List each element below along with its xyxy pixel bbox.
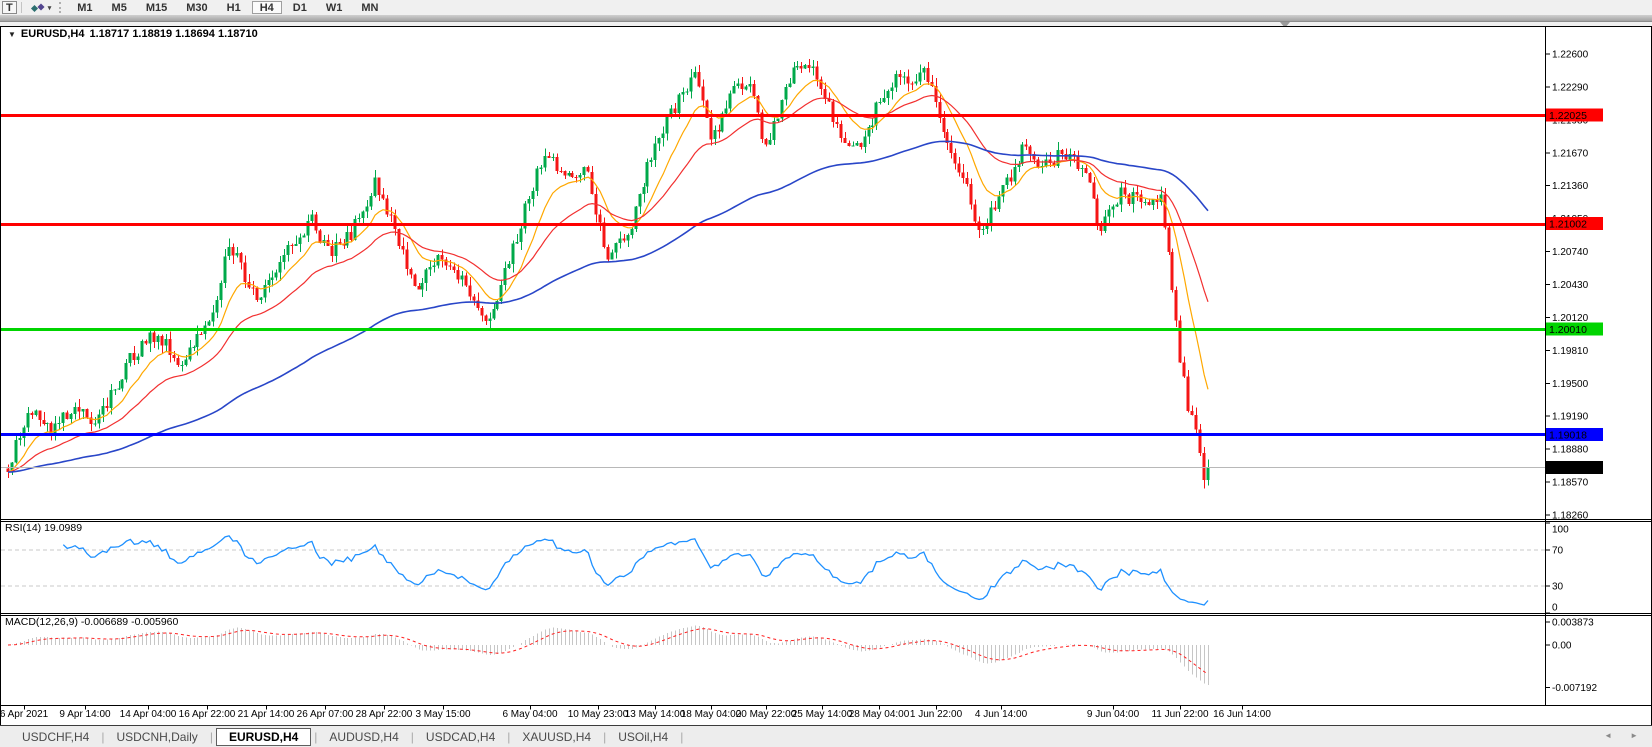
svg-text:16 Jun 14:00: 16 Jun 14:00 bbox=[1213, 709, 1271, 720]
svg-text:3 May 15:00: 3 May 15:00 bbox=[415, 709, 470, 720]
chart-title[interactable]: ▼ EURUSD,H4 1.18717 1.18819 1.18694 1.18… bbox=[8, 28, 258, 40]
svg-text:11 Jun 22:00: 11 Jun 22:00 bbox=[1151, 709, 1209, 720]
svg-text:1.19190: 1.19190 bbox=[1552, 412, 1589, 423]
timeframe-m15[interactable]: M15 bbox=[138, 1, 175, 14]
svg-text:6 May 04:00: 6 May 04:00 bbox=[502, 709, 557, 720]
svg-text:1.19018: 1.19018 bbox=[1549, 429, 1587, 441]
timeframe-d1[interactable]: D1 bbox=[285, 1, 315, 14]
tab-usdcnh-daily[interactable]: USDCNH,Daily bbox=[104, 729, 209, 745]
price-tag: 1.22025 bbox=[1546, 109, 1603, 122]
svg-text:1.21670: 1.21670 bbox=[1552, 148, 1589, 159]
svg-text:1.22025: 1.22025 bbox=[1549, 110, 1587, 122]
tab-usdchf-h4[interactable]: USDCHF,H4 bbox=[10, 729, 101, 745]
svg-text:1.18570: 1.18570 bbox=[1552, 478, 1589, 489]
chart-window-frame bbox=[1, 27, 1652, 726]
arrows-dropdown-button[interactable]: ▾ bbox=[26, 1, 56, 14]
svg-text:1 Jun 22:00: 1 Jun 22:00 bbox=[910, 709, 963, 720]
svg-text:16 Apr 22:00: 16 Apr 22:00 bbox=[179, 709, 236, 720]
svg-text:30: 30 bbox=[1552, 582, 1564, 593]
dropdown-caret-icon: ▾ bbox=[48, 4, 52, 12]
svg-text:28 Apr 22:00: 28 Apr 22:00 bbox=[356, 709, 413, 720]
chart-canvas[interactable]: 1.226001.222901.219801.216701.213601.210… bbox=[0, 26, 1652, 726]
svg-text:1.20430: 1.20430 bbox=[1552, 280, 1589, 291]
arrows-icon bbox=[30, 2, 46, 14]
svg-text:1.21002: 1.21002 bbox=[1549, 219, 1587, 231]
svg-text:1.20740: 1.20740 bbox=[1552, 247, 1589, 258]
svg-text:1.20010: 1.20010 bbox=[1549, 324, 1587, 336]
horizontal-scrollbar[interactable] bbox=[0, 15, 1652, 22]
svg-text:9 Jun 04:00: 9 Jun 04:00 bbox=[1087, 709, 1140, 720]
svg-text:14 Apr 04:00: 14 Apr 04:00 bbox=[120, 709, 177, 720]
svg-text:1.20120: 1.20120 bbox=[1552, 313, 1589, 324]
svg-text:0.003873: 0.003873 bbox=[1552, 618, 1594, 629]
chart-dropdown-icon[interactable]: ▼ bbox=[8, 30, 16, 39]
svg-text:18 May 04:00: 18 May 04:00 bbox=[681, 709, 742, 720]
rsi-indicator-label: RSI(14) 19.0989 bbox=[5, 522, 82, 534]
timeframe-m5[interactable]: M5 bbox=[104, 1, 135, 14]
svg-text:-0.007192: -0.007192 bbox=[1552, 683, 1597, 694]
svg-text:0.00: 0.00 bbox=[1552, 641, 1572, 652]
svg-text:1.19810: 1.19810 bbox=[1552, 346, 1589, 357]
timeframe-group: M1 M5M15M30 H1H4D1W1MN bbox=[69, 1, 386, 14]
svg-text:100: 100 bbox=[1552, 525, 1569, 536]
svg-text:13 May 14:00: 13 May 14:00 bbox=[625, 709, 686, 720]
svg-text:10 May 23:00: 10 May 23:00 bbox=[568, 709, 629, 720]
symbol-tabs: USDCHF,H4|USDCNH,Daily|EURUSD,H4|AUDUSD,… bbox=[0, 728, 683, 746]
text-tool-button[interactable]: T bbox=[2, 1, 17, 14]
svg-text:1.18260: 1.18260 bbox=[1552, 511, 1589, 522]
chart-ohlc-values: 1.18717 1.18819 1.18694 1.18710 bbox=[90, 28, 258, 40]
tab-separator: | bbox=[210, 730, 213, 744]
toolbar-grip bbox=[59, 2, 63, 13]
tab-scroll-arrows: ◄ ► bbox=[1604, 731, 1638, 740]
tab-separator: | bbox=[680, 730, 683, 744]
price-tag: 1.21002 bbox=[1546, 217, 1603, 230]
svg-text:70: 70 bbox=[1552, 546, 1564, 557]
timeframe-h4[interactable]: H4 bbox=[252, 1, 282, 14]
svg-text:1.18880: 1.18880 bbox=[1552, 445, 1589, 456]
svg-text:6 Apr 2021: 6 Apr 2021 bbox=[0, 709, 49, 720]
timeframe-m30[interactable]: M30 bbox=[178, 1, 215, 14]
tab-xauusd-h4[interactable]: XAUUSD,H4 bbox=[510, 729, 603, 745]
chart-tab-bar: USDCHF,H4|USDCNH,Daily|EURUSD,H4|AUDUSD,… bbox=[0, 725, 1652, 747]
svg-text:1.19500: 1.19500 bbox=[1552, 379, 1589, 390]
price-tag: 1.19018 bbox=[1546, 428, 1603, 441]
app-window: { "toolbar": { "text_tool_label": "T", "… bbox=[0, 0, 1652, 747]
top-toolbar: T ▾ M1 M5M15M30 H1H4D1W1MN bbox=[0, 0, 1652, 15]
tab-audusd-h4[interactable]: AUDUSD,H4 bbox=[317, 729, 410, 745]
price-tag: 1.18710 bbox=[1546, 461, 1603, 474]
timeframe-w1[interactable]: W1 bbox=[318, 1, 351, 14]
tabs-scroll-right-icon[interactable]: ► bbox=[1630, 731, 1638, 740]
chart-window: 1.226001.222901.219801.216701.213601.210… bbox=[0, 26, 1652, 726]
svg-text:1.21360: 1.21360 bbox=[1552, 181, 1589, 192]
tab-usdcad-h4[interactable]: USDCAD,H4 bbox=[414, 729, 507, 745]
svg-text:28 May 04:00: 28 May 04:00 bbox=[849, 709, 910, 720]
svg-text:21 Apr 14:00: 21 Apr 14:00 bbox=[238, 709, 295, 720]
svg-text:1.18710: 1.18710 bbox=[1549, 462, 1587, 474]
tab-eurusd-h4[interactable]: EURUSD,H4 bbox=[216, 728, 311, 746]
svg-text:9 Apr 14:00: 9 Apr 14:00 bbox=[59, 709, 111, 720]
timeframe-mn[interactable]: MN bbox=[353, 1, 386, 14]
svg-text:20 May 22:00: 20 May 22:00 bbox=[736, 709, 797, 720]
macd-indicator-label: MACD(12,26,9) -0.006689 -0.005960 bbox=[5, 616, 178, 628]
timeframe-h1[interactable]: H1 bbox=[219, 1, 249, 14]
svg-text:26 Apr 07:00: 26 Apr 07:00 bbox=[297, 709, 354, 720]
svg-text:25 May 14:00: 25 May 14:00 bbox=[792, 709, 853, 720]
price-tag: 1.20010 bbox=[1546, 323, 1603, 336]
svg-text:1.22600: 1.22600 bbox=[1552, 50, 1589, 61]
svg-text:4 Jun 14:00: 4 Jun 14:00 bbox=[975, 709, 1028, 720]
tab-usoil-h4[interactable]: USOil,H4 bbox=[606, 729, 680, 745]
svg-text:1.22290: 1.22290 bbox=[1552, 82, 1589, 93]
svg-text:0: 0 bbox=[1552, 603, 1558, 614]
toolbar-separator bbox=[21, 2, 22, 13]
tabs-scroll-left-icon[interactable]: ◄ bbox=[1604, 731, 1612, 740]
timeframe-m1[interactable]: M1 bbox=[69, 1, 100, 14]
chart-symbol-label: EURUSD,H4 bbox=[21, 28, 85, 40]
